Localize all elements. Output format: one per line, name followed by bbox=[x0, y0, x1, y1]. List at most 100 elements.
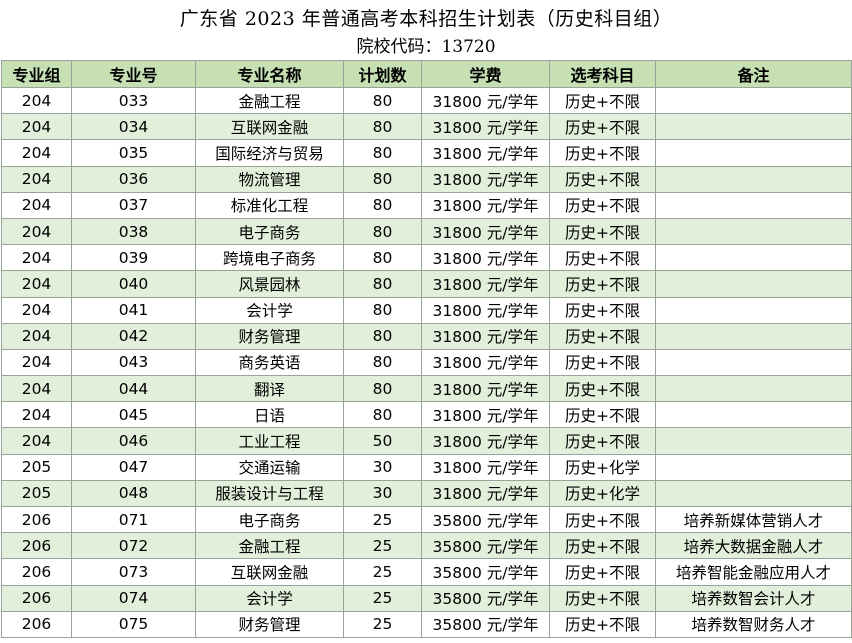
tuition-cell: 31800 元/学年 bbox=[421, 348, 550, 377]
major-code-cell: 046 bbox=[71, 427, 196, 455]
major-code-cell: 041 bbox=[71, 296, 196, 324]
table-row: 204 044 翻译 80 31800 元/学年 历史+不限 bbox=[1, 375, 852, 403]
table-row: 204 033 金融工程 80 31800 元/学年 历史+不限 bbox=[1, 86, 852, 115]
note-cell: 培养数智财务人才 bbox=[655, 610, 852, 638]
major-code-cell: 038 bbox=[71, 217, 196, 246]
major-name-cell: 跨境电子商务 bbox=[195, 244, 344, 272]
subject-cell: 历史+不限 bbox=[549, 505, 656, 534]
major-code-cell: 047 bbox=[71, 453, 196, 481]
plan-count-cell: 80 bbox=[343, 191, 422, 219]
major-name-cell: 商务英语 bbox=[195, 348, 344, 377]
plan-count-cell: 25 bbox=[343, 610, 422, 638]
note-cell: 培养大数据金融人才 bbox=[655, 532, 852, 560]
subject-cell: 历史+不限 bbox=[549, 270, 656, 298]
major-code-cell: 048 bbox=[71, 479, 196, 508]
major-code-cell: 037 bbox=[71, 191, 196, 219]
major-name-cell: 会计学 bbox=[195, 584, 344, 612]
group-cell: 204 bbox=[1, 270, 72, 298]
group-cell: 206 bbox=[1, 610, 72, 638]
note-cell bbox=[655, 401, 852, 429]
subject-cell: 历史+不限 bbox=[549, 348, 656, 377]
note-cell bbox=[655, 453, 852, 481]
header-cell: 专业号 bbox=[71, 60, 196, 88]
plan-count-cell: 80 bbox=[343, 296, 422, 324]
major-name-cell: 物流管理 bbox=[195, 165, 344, 193]
enrollment-plan-table: 专业组 专业号 专业名称 计划数 学费 选考科目 备注 204 033 金融工程 80… bbox=[1, 60, 852, 638]
tuition-cell: 31800 元/学年 bbox=[421, 375, 550, 403]
note-cell bbox=[655, 217, 852, 246]
tuition-cell: 35800 元/学年 bbox=[421, 610, 550, 638]
plan-count-cell: 30 bbox=[343, 479, 422, 508]
plan-count-cell: 80 bbox=[343, 401, 422, 429]
header-cell: 选考科目 bbox=[549, 60, 656, 88]
group-cell: 204 bbox=[1, 348, 72, 377]
subject-cell: 历史+不限 bbox=[549, 532, 656, 560]
group-cell: 206 bbox=[1, 505, 72, 534]
major-name-cell: 电子商务 bbox=[195, 505, 344, 534]
table-row: 206 073 互联网金融 25 35800 元/学年 历史+不限 培养智能金融应用人才 bbox=[1, 558, 852, 586]
note-cell bbox=[655, 270, 852, 298]
note-cell bbox=[655, 375, 852, 403]
group-cell: 204 bbox=[1, 113, 72, 141]
table-row: 204 035 国际经济与贸易 80 31800 元/学年 历史+不限 bbox=[1, 139, 852, 167]
note-cell bbox=[655, 244, 852, 272]
group-cell: 206 bbox=[1, 558, 72, 586]
table-row: 204 037 标准化工程 80 31800 元/学年 历史+不限 bbox=[1, 191, 852, 219]
major-name-cell: 工业工程 bbox=[195, 427, 344, 455]
table-row: 204 046 工业工程 50 31800 元/学年 历史+不限 bbox=[1, 427, 852, 455]
subject-cell: 历史+不限 bbox=[549, 113, 656, 141]
table-row: 206 072 金融工程 25 35800 元/学年 历史+不限 培养大数据金融人才 bbox=[1, 532, 852, 560]
major-name-cell: 服装设计与工程 bbox=[195, 479, 344, 508]
plan-count-cell: 80 bbox=[343, 86, 422, 115]
subject-cell: 历史+不限 bbox=[549, 217, 656, 246]
page-title: 广东省 2023 年普通高考本科招生计划表（历史科目组） bbox=[179, 8, 673, 30]
tuition-cell: 35800 元/学年 bbox=[421, 584, 550, 612]
note-cell bbox=[655, 113, 852, 141]
table-row: 204 043 商务英语 80 31800 元/学年 历史+不限 bbox=[1, 348, 852, 377]
plan-count-cell: 80 bbox=[343, 244, 422, 272]
institution-code: 院校代码：13720 bbox=[356, 37, 496, 57]
major-name-cell: 互联网金融 bbox=[195, 113, 344, 141]
major-name-cell: 标准化工程 bbox=[195, 191, 344, 219]
major-code-cell: 042 bbox=[71, 322, 196, 350]
table-row: 205 047 交通运输 30 31800 元/学年 历史+化学 bbox=[1, 453, 852, 481]
table-row: 204 041 会计学 80 31800 元/学年 历史+不限 bbox=[1, 296, 852, 324]
tuition-cell: 31800 元/学年 bbox=[421, 191, 550, 219]
header-cell: 学费 bbox=[421, 60, 550, 88]
note-cell bbox=[655, 191, 852, 219]
tuition-cell: 31800 元/学年 bbox=[421, 244, 550, 272]
table-row: 206 074 会计学 25 35800 元/学年 历史+不限 培养数智会计人才 bbox=[1, 584, 852, 612]
group-cell: 204 bbox=[1, 427, 72, 455]
plan-count-cell: 25 bbox=[343, 532, 422, 560]
group-cell: 204 bbox=[1, 401, 72, 429]
header-cell: 备注 bbox=[655, 60, 852, 88]
tuition-cell: 31800 元/学年 bbox=[421, 322, 550, 350]
major-code-cell: 039 bbox=[71, 244, 196, 272]
note-cell bbox=[655, 322, 852, 350]
subject-cell: 历史+不限 bbox=[549, 375, 656, 403]
plan-count-cell: 80 bbox=[343, 165, 422, 193]
plan-count-cell: 80 bbox=[343, 217, 422, 246]
major-code-cell: 034 bbox=[71, 113, 196, 141]
tuition-cell: 31800 元/学年 bbox=[421, 113, 550, 141]
major-code-cell: 043 bbox=[71, 348, 196, 377]
plan-count-cell: 30 bbox=[343, 453, 422, 481]
tuition-cell: 31800 元/学年 bbox=[421, 453, 550, 481]
note-cell: 培养智能金融应用人才 bbox=[655, 558, 852, 586]
tuition-cell: 31800 元/学年 bbox=[421, 401, 550, 429]
table-header-row: 专业组 专业号 专业名称 计划数 学费 选考科目 备注 bbox=[1, 60, 852, 88]
major-name-cell: 交通运输 bbox=[195, 453, 344, 481]
table-row: 206 071 电子商务 25 35800 元/学年 历史+不限 培养新媒体营销人才 bbox=[1, 505, 852, 534]
plan-count-cell: 25 bbox=[343, 505, 422, 534]
table-row: 205 048 服装设计与工程 30 31800 元/学年 历史+化学 bbox=[1, 479, 852, 508]
major-code-cell: 044 bbox=[71, 375, 196, 403]
tuition-cell: 31800 元/学年 bbox=[421, 217, 550, 246]
major-code-cell: 075 bbox=[71, 610, 196, 638]
group-cell: 204 bbox=[1, 86, 72, 115]
group-cell: 206 bbox=[1, 584, 72, 612]
group-cell: 204 bbox=[1, 139, 72, 167]
tuition-cell: 31800 元/学年 bbox=[421, 270, 550, 298]
subject-cell: 历史+不限 bbox=[549, 610, 656, 638]
note-cell bbox=[655, 479, 852, 508]
tuition-cell: 35800 元/学年 bbox=[421, 505, 550, 534]
